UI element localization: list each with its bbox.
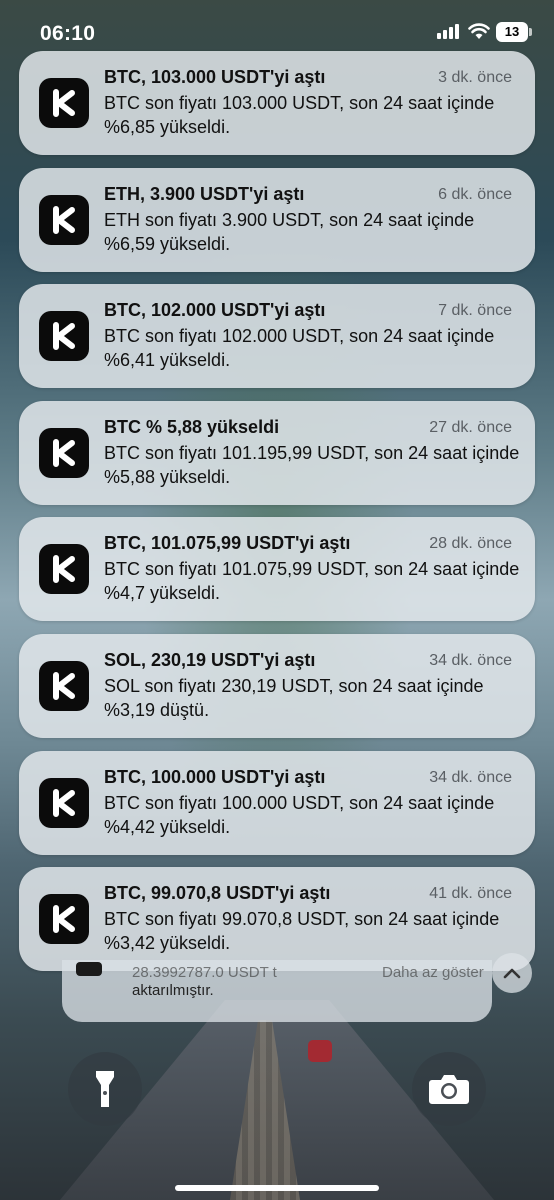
- notification[interactable]: BTC, 102.000 USDT'yi aştı 7 dk. önce BTC…: [19, 284, 535, 389]
- kucoin-k-icon: [39, 311, 89, 362]
- show-less-label[interactable]: Daha az göster: [382, 964, 484, 981]
- notification-title: SOL, 230,19 USDT'yi aştı: [104, 649, 316, 670]
- notification-title: BTC, 100.000 USDT'yi aştı: [104, 766, 326, 787]
- notification-time: 41 dk. önce: [429, 885, 512, 903]
- notification[interactable]: BTC, 99.070,8 USDT'yi aştı 41 dk. önce B…: [19, 867, 535, 972]
- notification-body: BTC son fiyatı 99.070,8 USDT, son 24 saa…: [104, 909, 500, 954]
- notification-time: 34 dk. önce: [429, 768, 512, 786]
- cellular-signal-icon: [437, 24, 459, 39]
- notification[interactable]: BTC, 101.075,99 USDT'yi aştı 28 dk. önce…: [19, 517, 535, 622]
- flashlight-icon: [96, 1071, 114, 1107]
- notification[interactable]: BTC, 100.000 USDT'yi aştı 34 dk. önce BT…: [19, 750, 535, 855]
- notification-body: BTC son fiyatı 102.000 USDT, son 24 saat…: [104, 326, 495, 371]
- notification-time: 3 dk. önce: [438, 69, 512, 86]
- notification[interactable]: ETH, 3.900 USDT'yi aştı 6 dk. önce ETH s…: [19, 167, 535, 272]
- notification-time: 6 dk. önce: [438, 185, 512, 203]
- kucoin-k-icon: [39, 544, 89, 595]
- collapse-button[interactable]: [492, 953, 532, 993]
- chevron-up-icon: [503, 968, 521, 979]
- notification-title: BTC, 101.075,99 USDT'yi aştı: [104, 533, 351, 554]
- kucoin-k-icon: [39, 777, 89, 828]
- notification-body: ETH son fiyatı 3.900 USDT, son 24 saat i…: [104, 209, 475, 254]
- notification-title: BTC % 5,88 yükseldi: [104, 416, 280, 437]
- clock: 06:10: [40, 22, 96, 45]
- battery-tip: [529, 28, 532, 36]
- app-icon-small: [76, 962, 102, 976]
- notification-body: BTC son fiyatı 101.075,99 USDT, son 24 s…: [104, 559, 520, 604]
- notification[interactable]: BTC % 5,88 yükseldi 27 dk. önce BTC son …: [19, 400, 535, 505]
- notification-time: 27 dk. önce: [429, 418, 512, 436]
- notification-time: 34 dk. önce: [429, 651, 512, 669]
- notification-body: BTC son fiyatı 100.000 USDT, son 24 saat…: [104, 792, 495, 837]
- kucoin-k-icon: [39, 894, 89, 945]
- collapsed-line1: 28.3992787.0 USDT t: [132, 964, 277, 981]
- notification[interactable]: SOL, 230,19 USDT'yi aştı 34 dk. önce SOL…: [19, 633, 535, 738]
- notification-title: ETH, 3.900 USDT'yi aştı: [104, 183, 305, 204]
- notification-stack: BTC, 103.000 USDT'yi aştı 3 dk. önce BTC…: [19, 51, 535, 984]
- camera-icon: [429, 1075, 469, 1104]
- wifi-icon: [468, 23, 490, 39]
- notification-body: BTC son fiyatı 103.000 USDT, son 24 saat…: [104, 93, 495, 137]
- kucoin-k-icon: [39, 78, 89, 128]
- camera-button[interactable]: [412, 1052, 486, 1126]
- notification-time: 7 dk. önce: [438, 302, 512, 320]
- wallpaper-car: [308, 1040, 332, 1062]
- notification[interactable]: BTC, 103.000 USDT'yi aştı 3 dk. önce BTC…: [19, 51, 535, 155]
- collapsed-line2: aktarılmıştır.: [132, 982, 214, 999]
- kucoin-k-icon: [39, 427, 89, 478]
- notification-body: BTC son fiyatı 101.195,99 USDT, son 24 s…: [104, 442, 520, 487]
- kucoin-k-icon: [39, 194, 89, 245]
- battery-indicator: 13: [496, 22, 528, 42]
- flashlight-button[interactable]: [68, 1052, 142, 1126]
- notification-title: BTC, 102.000 USDT'yi aştı: [104, 300, 326, 321]
- collapsed-notification[interactable]: 28.3992787.0 USDT t Daha az göster aktar…: [62, 960, 492, 1022]
- kucoin-k-icon: [39, 660, 89, 711]
- home-indicator[interactable]: [175, 1185, 379, 1191]
- notification-title: BTC, 99.070,8 USDT'yi aştı: [104, 883, 331, 904]
- notification-title: BTC, 103.000 USDT'yi aştı: [104, 67, 326, 87]
- notification-time: 28 dk. önce: [429, 535, 512, 553]
- notification-body: SOL son fiyatı 230,19 USDT, son 24 saat …: [104, 675, 484, 720]
